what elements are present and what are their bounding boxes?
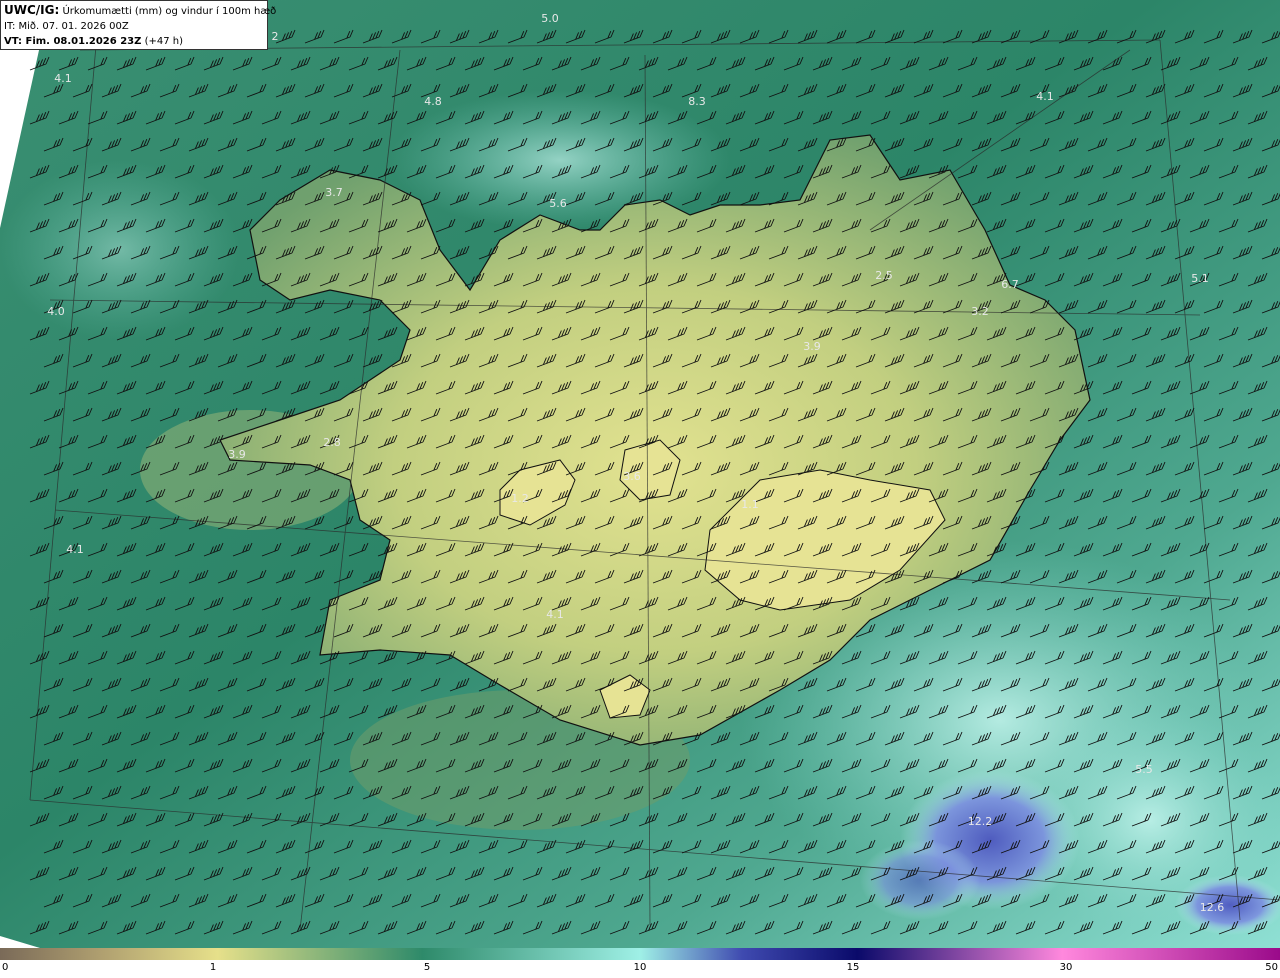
colorbar: 0 1 5 10 15 30 50 xyxy=(0,948,1280,978)
contour-label: 2.5 xyxy=(875,269,893,282)
colorbar-tick-5: 5 xyxy=(423,962,431,973)
contour-label: 2.8 xyxy=(323,436,341,449)
contour-label: 3.7 xyxy=(325,186,343,199)
contour-label: 8.3 xyxy=(688,95,706,108)
contour-label: 3.6 xyxy=(623,470,641,483)
contour-label: 3.2 xyxy=(971,305,989,318)
valid-time: VT: Fim. 08.01.2026 23Z xyxy=(4,36,142,47)
colorbar-tick-30: 30 xyxy=(1059,962,1073,973)
forecast-hour: (+47 h) xyxy=(144,36,183,47)
colorbar-tick-0: 0 xyxy=(2,962,9,973)
colorbar-tick-50: 50 xyxy=(1265,962,1278,973)
colorbar-tick-15: 15 xyxy=(846,962,860,973)
weather-map: 5.0 2 4.1 4.8 8.3 4.1 3.7 5.6 4.0 2.5 6.7 5.1 3.2 3.9… xyxy=(0,0,1280,948)
contour-label: 4.1 xyxy=(546,608,564,621)
contour-label: 4.1 xyxy=(1036,90,1054,103)
contour-label: 12.2 xyxy=(968,815,993,828)
contour-label: 2 xyxy=(272,30,279,43)
init-time: IT: Mið. 07. 01. 2026 00Z xyxy=(4,21,129,32)
map-title-box: UWC/IG: Úrkomumætti (mm) og vindur í 100… xyxy=(0,0,276,50)
contour-label: 4.0 xyxy=(47,305,65,318)
contour-label: 4.1 xyxy=(66,543,84,556)
contour-label: 1.2 xyxy=(511,492,529,505)
contour-label: 1.1 xyxy=(741,498,759,511)
contour-label: 5.1 xyxy=(1191,272,1209,285)
colorbar-gradient xyxy=(0,948,1280,960)
colorbar-tick-1: 1 xyxy=(209,962,217,973)
contour-label: 12.6 xyxy=(1200,901,1225,914)
contour-label: 5.6 xyxy=(549,197,567,210)
colorbar-tick-10: 10 xyxy=(633,962,647,973)
product-name: Úrkomumætti (mm) og vindur í 100m hæð xyxy=(62,6,277,17)
model-name: UWC/IG: xyxy=(4,3,60,17)
contour-label: 6.7 xyxy=(1001,278,1019,291)
contour-label: 4.8 xyxy=(424,95,442,108)
contour-label: 3.9 xyxy=(803,340,821,353)
contour-label: 5.5 xyxy=(1135,763,1153,776)
contour-label: 3.9 xyxy=(228,448,246,461)
contour-label: 4.1 xyxy=(54,72,72,85)
contour-label: 5.0 xyxy=(541,12,559,25)
